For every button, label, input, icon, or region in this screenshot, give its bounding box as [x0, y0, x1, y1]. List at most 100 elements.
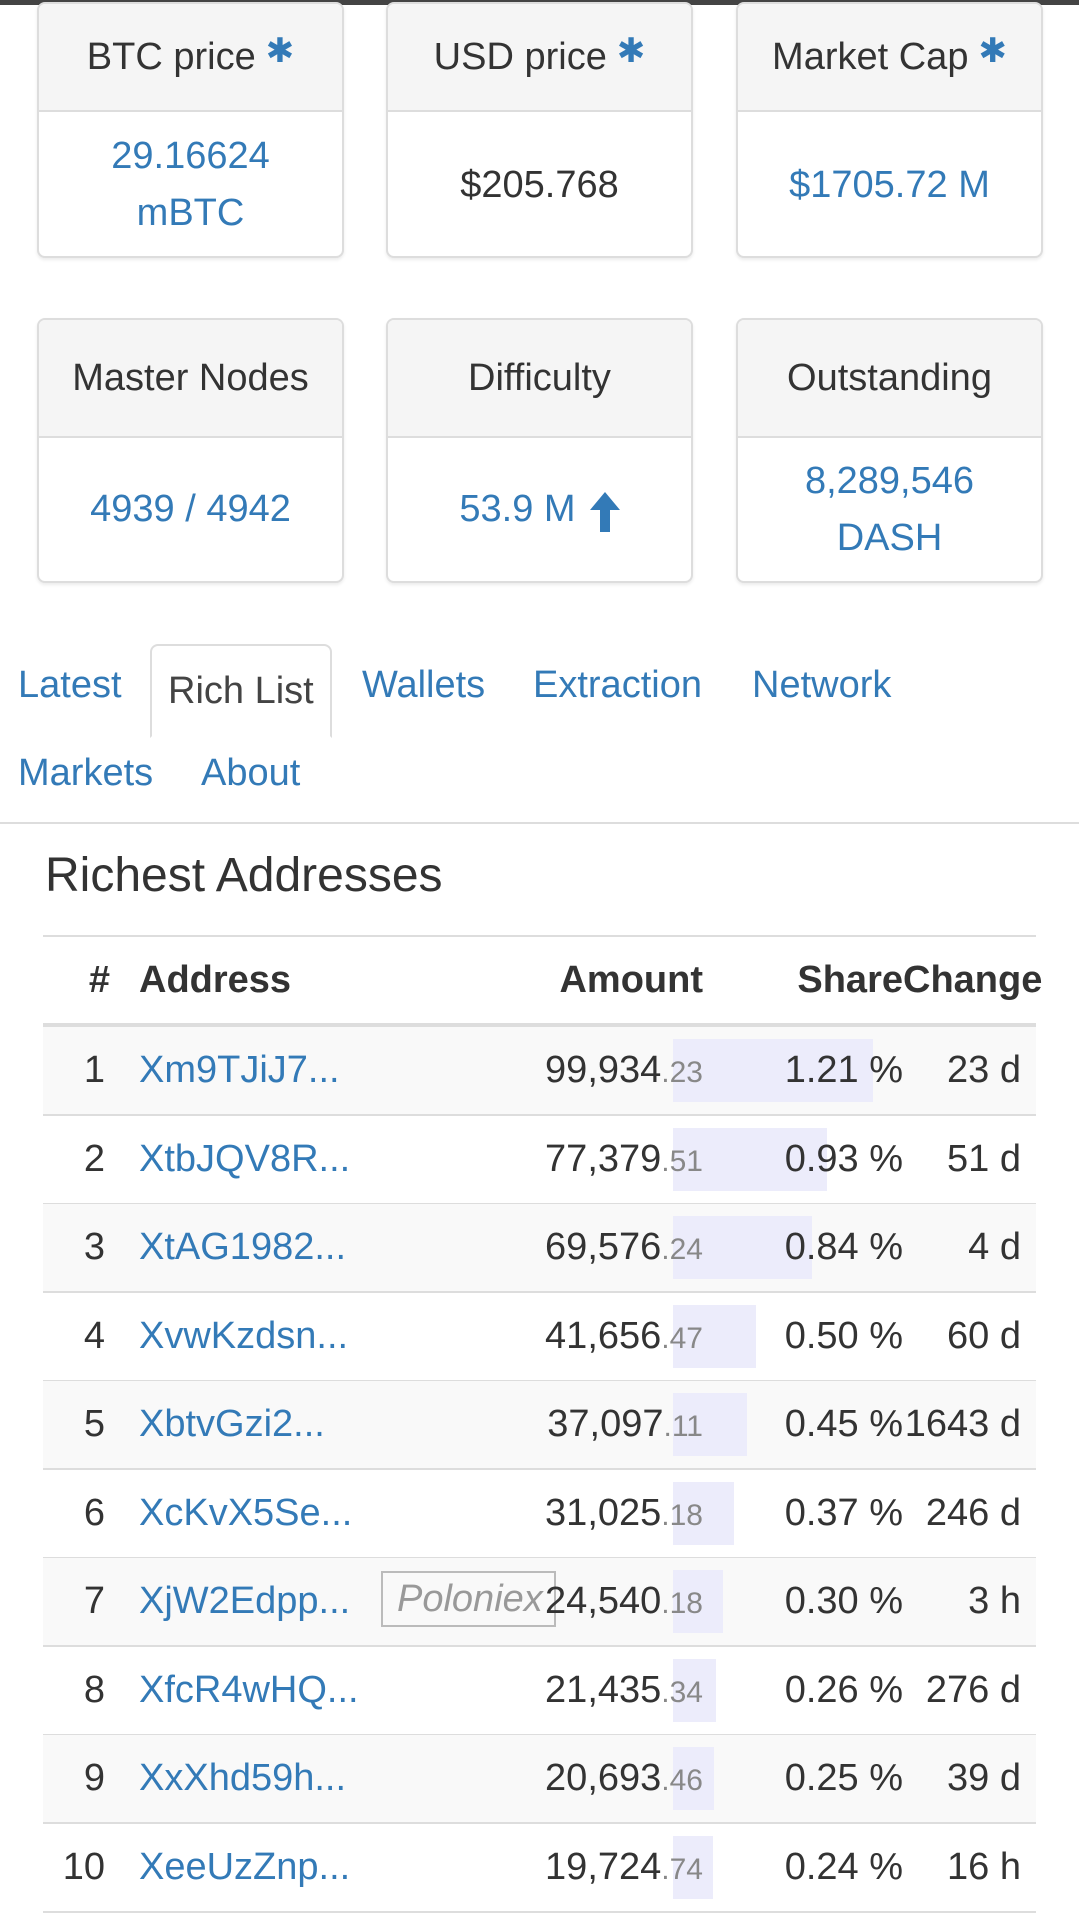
- col-header-address: Address: [139, 959, 292, 1001]
- table-row: 5 XbtvGzi2... 37,097.11 0.45 % 1643 d: [43, 1381, 1036, 1470]
- asterisk-icon: ✱: [978, 32, 1007, 70]
- tab-about[interactable]: About: [185, 728, 316, 818]
- panel-heading: BTC price ✱: [39, 4, 342, 112]
- row-rank: 3: [83, 1226, 105, 1268]
- table-row: 6 XcKvX5Se... 31,025.18 0.37 % 246 d: [43, 1470, 1036, 1559]
- share-value: 0.37 %: [784, 1491, 903, 1534]
- tab-markets[interactable]: Markets: [2, 728, 169, 818]
- address-link[interactable]: XjW2Edpp...: [139, 1558, 350, 1645]
- master-nodes-value[interactable]: 4939 / 4942: [39, 438, 342, 581]
- amount: 69,576.24: [403, 1204, 703, 1291]
- tab-extraction[interactable]: Extraction: [517, 640, 718, 730]
- amount-integer: 77,379: [545, 1137, 662, 1180]
- row-rank: 10: [62, 1845, 105, 1888]
- amount: 77,379.51: [403, 1116, 703, 1203]
- row-rank: 7: [83, 1580, 105, 1622]
- difficulty-panel: Difficulty 53.9 M: [386, 318, 693, 583]
- outstanding-panel: Outstanding 8,289,546 DASH: [736, 318, 1043, 583]
- panel-heading: Outstanding: [738, 320, 1041, 438]
- tab-latest[interactable]: Latest: [2, 640, 138, 730]
- address-link[interactable]: XvwKzdsn...: [139, 1293, 348, 1380]
- difficulty-value: 53.9 M: [459, 488, 576, 530]
- row-rank: 6: [83, 1491, 105, 1534]
- panel-title: Difficulty: [468, 356, 611, 399]
- share-value: 0.45 %: [784, 1403, 903, 1445]
- amount: 31,025.18: [403, 1470, 703, 1557]
- tab-network[interactable]: Network: [736, 640, 907, 730]
- amount-integer: 31,025: [545, 1491, 662, 1534]
- col-header-share: Share: [797, 959, 903, 1001]
- address-link[interactable]: Xm9TJiJ7...: [139, 1027, 340, 1114]
- panel-title: Master Nodes: [72, 356, 309, 399]
- address-link[interactable]: XtAG1982...: [139, 1204, 346, 1291]
- change-value: 39 d: [947, 1757, 1021, 1799]
- address-link[interactable]: XcKvX5Se...: [139, 1470, 352, 1557]
- change-value: 23 d: [947, 1049, 1021, 1091]
- table-row: 3 XtAG1982... 69,576.24 0.84 % 4 d: [43, 1204, 1036, 1293]
- amount-integer: 20,693: [545, 1757, 662, 1799]
- panel-title: BTC price: [86, 35, 256, 78]
- asterisk-icon: ✱: [265, 32, 295, 70]
- change-value: 16 h: [947, 1845, 1021, 1888]
- market-cap-value[interactable]: $1705.72 M: [738, 112, 1041, 256]
- panel-heading: Master Nodes: [39, 320, 342, 438]
- row-rank: 8: [83, 1668, 105, 1711]
- nav-tabs: Latest Rich List Wallets Extraction Netw…: [0, 640, 1079, 824]
- panel-heading: Difficulty: [388, 320, 691, 438]
- market-cap-panel: Market Cap ✱ $1705.72 M: [736, 2, 1043, 258]
- share-value: 0.84 %: [784, 1226, 903, 1268]
- change-value: 246 d: [925, 1491, 1021, 1534]
- row-rank: 2: [83, 1137, 105, 1180]
- amount: 41,656.47: [403, 1293, 703, 1380]
- tab-rich-list[interactable]: Rich List: [150, 644, 332, 738]
- row-rank: 1: [83, 1049, 105, 1091]
- row-rank: 5: [83, 1403, 105, 1445]
- change-value: 276 d: [925, 1668, 1021, 1711]
- share-value: 1.21 %: [784, 1049, 903, 1091]
- panel-heading: Market Cap ✱: [738, 4, 1041, 112]
- tab-wallets[interactable]: Wallets: [346, 640, 501, 730]
- amount-integer: 41,656: [545, 1314, 662, 1357]
- amount: 99,934.23: [403, 1027, 703, 1114]
- col-header-change: Change: [903, 959, 1043, 1001]
- address-link[interactable]: XfcR4wHQ...: [139, 1647, 359, 1734]
- address-link[interactable]: XtbJQV8R...: [139, 1116, 350, 1203]
- share-value: 0.24 %: [784, 1845, 903, 1888]
- table-header: # Address Amount Share Change: [43, 937, 1043, 1027]
- change-value: 4 d: [968, 1226, 1021, 1268]
- table-row: 4 XvwKzdsn... 41,656.47 0.50 % 60 d: [43, 1293, 1036, 1382]
- outstanding-unit: DASH: [836, 516, 943, 559]
- address-link[interactable]: XbtvGzi2...: [139, 1381, 325, 1468]
- asterisk-icon: ✱: [616, 32, 646, 70]
- panel-heading: USD price ✱: [388, 4, 691, 112]
- table-row: 8 XfcR4wHQ... 21,435.34 0.26 % 276 d: [43, 1647, 1036, 1736]
- table-row: 9 XxXhd59h... 20,693.46 0.25 % 39 d: [43, 1735, 1036, 1824]
- btc-price-unit: mBTC: [136, 192, 245, 234]
- amount: 21,435.34: [403, 1647, 703, 1734]
- btc-price-value: 29.16624: [111, 135, 270, 177]
- table-row: 10 XeeUzZnp... 19,724.74 0.24 % 16 h: [43, 1824, 1036, 1913]
- table-row: 1 Xm9TJiJ7... 99,934.23 1.21 % 23 d: [43, 1027, 1036, 1116]
- panel-title: Market Cap: [772, 35, 969, 78]
- usd-price-panel: USD price ✱ $205.768: [386, 2, 693, 258]
- address-link[interactable]: XeeUzZnp...: [139, 1824, 350, 1911]
- amount-integer: 99,934: [545, 1049, 662, 1091]
- change-value: 51 d: [947, 1137, 1021, 1180]
- panel-value[interactable]: 29.16624 mBTC: [39, 112, 342, 256]
- share-value: 0.50 %: [784, 1314, 903, 1357]
- page-title: Richest Addresses: [45, 849, 443, 902]
- change-value: 3 h: [968, 1580, 1021, 1622]
- arrow-up-icon: [589, 491, 620, 532]
- outstanding-value[interactable]: 8,289,546 DASH: [738, 438, 1041, 581]
- share-value: 0.30 %: [784, 1580, 903, 1622]
- outstanding-amount: 8,289,546: [804, 459, 975, 502]
- change-value: 1643 d: [904, 1403, 1021, 1445]
- address-link[interactable]: XxXhd59h...: [139, 1735, 346, 1822]
- col-header-amount: Amount: [559, 959, 703, 1001]
- share-value: 0.25 %: [784, 1757, 903, 1799]
- panel-title: USD price: [433, 35, 607, 78]
- row-rank: 4: [83, 1314, 105, 1357]
- difficulty-value-wrap[interactable]: 53.9 M: [388, 438, 691, 581]
- amount: 24,540.18: [403, 1558, 703, 1645]
- amount: 19,724.74: [403, 1824, 703, 1911]
